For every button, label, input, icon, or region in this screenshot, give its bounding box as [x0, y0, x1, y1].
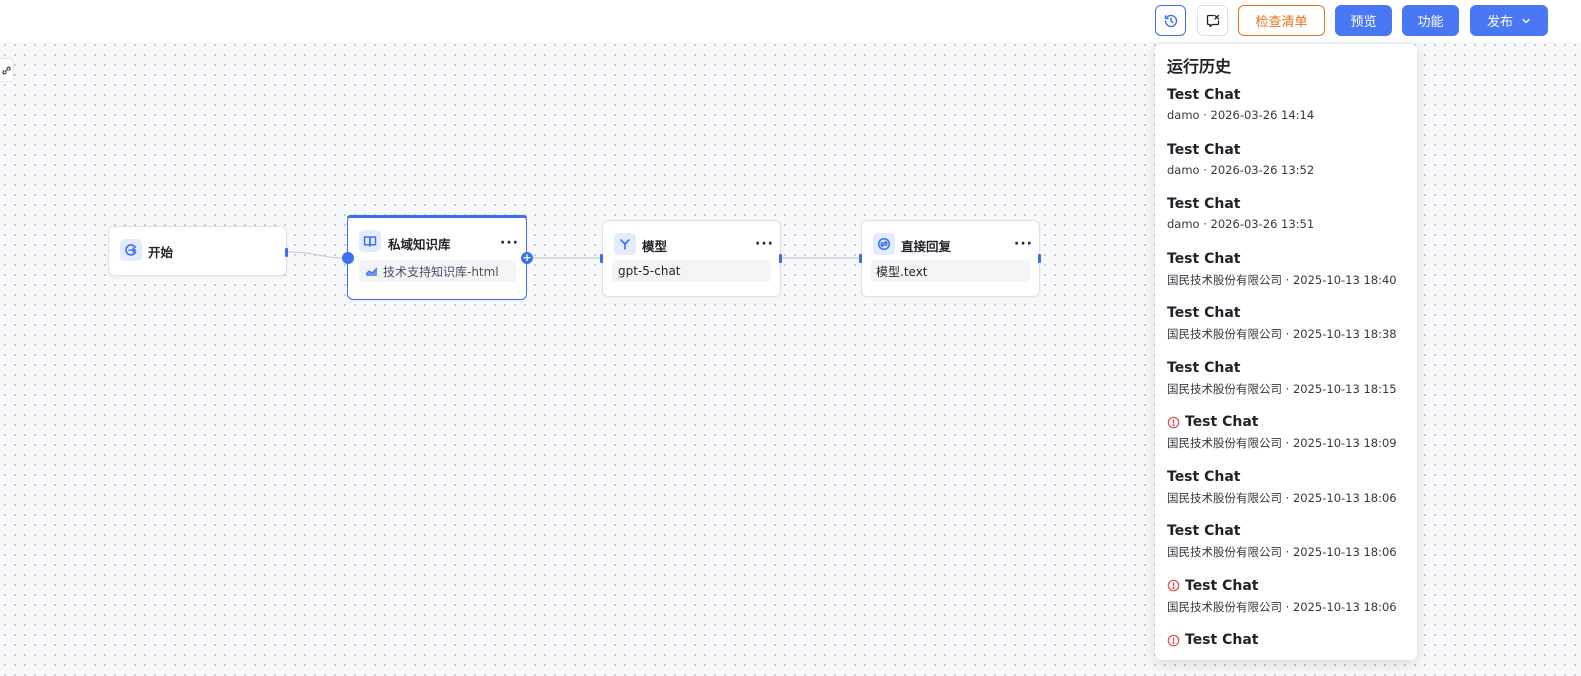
node-knowledge-base[interactable]: 私域知识库 ··· 技术支持知识库-html	[347, 215, 527, 300]
node-more-menu[interactable]: ···	[755, 237, 774, 251]
history-item-name: Test Chat	[1167, 251, 1240, 267]
history-item-title: Test Chat	[1185, 632, 1259, 648]
history-item[interactable]: Test Chat damo · 2026-03-26 13:51	[1167, 196, 1407, 246]
history-item-name: Test Chat	[1167, 414, 1258, 430]
start-icon	[120, 239, 142, 261]
node-more-menu[interactable]: ···	[500, 236, 519, 250]
history-item-name: Test Chat	[1167, 196, 1240, 212]
knowledge-base-field: 技术支持知识库-html	[359, 260, 516, 282]
knowledge-chart-icon	[365, 265, 379, 277]
knowledge-add-output-handle[interactable]: +	[521, 252, 533, 264]
history-item[interactable]: Test Chat 国民技术股份有限公司 · 2025-10-13 18:38	[1167, 305, 1407, 355]
node-more-menu[interactable]: ···	[1014, 237, 1033, 251]
node-direct-reply[interactable]: 直接回复 ··· 模型.text	[861, 220, 1040, 297]
history-item-meta: 国民技术股份有限公司 · 2025-10-13 18:09	[1167, 436, 1397, 450]
reply-icon	[873, 233, 895, 255]
history-item[interactable]: Test Chat 国民技术股份有限公司 · 2025-10-13 18:40	[1167, 251, 1407, 301]
history-item-title: Test Chat	[1167, 468, 1241, 485]
reply-content-field: 模型.text	[871, 260, 1030, 282]
reply-input-port[interactable]	[859, 254, 862, 263]
model-name-field: gpt-5-chat	[612, 260, 771, 282]
model-input-port[interactable]	[600, 254, 603, 263]
history-item-title: Test Chat	[1167, 87, 1241, 103]
error-circle-icon	[1167, 416, 1180, 429]
history-item-title: Test Chat	[1185, 577, 1259, 594]
book-icon	[359, 230, 381, 252]
history-item-title: Test Chat	[1167, 359, 1241, 376]
history-item-meta: 国民技术股份有限公司 · 2025-10-13 18:40	[1167, 272, 1397, 287]
history-item-title: Test Chat	[1185, 414, 1259, 430]
run-history-panel: 运行历史 Test Chat damo · 2026-03-26 14:14 Tes…	[1155, 44, 1417, 660]
model-output-port[interactable]	[779, 254, 782, 263]
history-item-title: Test Chat	[1167, 523, 1241, 539]
reply-output-port[interactable]	[1038, 254, 1041, 263]
start-output-port[interactable]	[285, 248, 288, 257]
knowledge-base-name: 技术支持知识库-html	[383, 264, 499, 279]
history-item-name: Test Chat	[1167, 469, 1240, 485]
node-model[interactable]: 模型 ··· gpt-5-chat	[602, 220, 781, 297]
node-title: 直接回复	[901, 239, 952, 254]
error-circle-icon	[1167, 634, 1180, 647]
history-item[interactable]: Test Chat 国民技术股份有限公司 · 2025-10-13 18:06	[1167, 523, 1407, 573]
history-item-name: Test Chat	[1167, 523, 1240, 539]
history-item[interactable]: Test Chat 国民技术股份有限公司 · 2025-10-13 18:15	[1167, 360, 1407, 410]
history-item-name: Test Chat	[1167, 87, 1240, 103]
history-item-meta: damo · 2026-03-26 14:14	[1167, 108, 1315, 122]
knowledge-input-handle[interactable]	[342, 252, 354, 264]
history-item-meta: 国民技术股份有限公司 · 2025-10-13 18:06	[1167, 599, 1397, 614]
history-item-meta: 国民技术股份有限公司 · 2025-10-13 18:38	[1167, 327, 1397, 341]
error-circle-icon	[1167, 579, 1180, 592]
history-item-name: Test Chat	[1167, 632, 1258, 648]
history-item-meta: 国民技术股份有限公司 · 2025-10-13 18:06	[1167, 490, 1397, 505]
history-item-name: Test Chat	[1167, 142, 1240, 158]
history-item-title: Test Chat	[1167, 141, 1241, 158]
edge-start-knowledge	[287, 251, 348, 259]
history-item-meta: 国民技术股份有限公司 · 2025-10-13 18:06	[1167, 545, 1397, 559]
history-item[interactable]: Test Chat damo · 2026-03-26 14:14	[1167, 87, 1407, 137]
history-item[interactable]: Test Chat	[1167, 632, 1407, 660]
history-item[interactable]: Test Chat 国民技术股份有限公司 · 2025-10-13 18:06	[1167, 469, 1407, 519]
history-item-title: Test Chat	[1167, 250, 1241, 267]
node-title: 模型	[642, 239, 668, 254]
node-title: 开始	[148, 245, 174, 260]
history-item-title: Test Chat	[1167, 196, 1241, 212]
history-item-title: Test Chat	[1167, 305, 1241, 321]
panel-title: 运行历史	[1167, 57, 1232, 76]
model-icon	[614, 233, 636, 255]
history-item[interactable]: Test Chat 国民技术股份有限公司 · 2025-10-13 18:06	[1167, 578, 1407, 628]
node-title: 私域知识库	[388, 237, 451, 252]
history-item-name: Test Chat	[1167, 305, 1240, 321]
history-item-name: Test Chat	[1167, 578, 1258, 594]
history-item-name: Test Chat	[1167, 360, 1240, 376]
history-item[interactable]: Test Chat 国民技术股份有限公司 · 2025-10-13 18:09	[1167, 414, 1407, 464]
history-item-meta: 国民技术股份有限公司 · 2025-10-13 18:15	[1167, 381, 1397, 396]
node-start[interactable]: 开始	[108, 226, 287, 276]
history-item-meta: damo · 2026-03-26 13:52	[1167, 162, 1315, 177]
history-item-meta: damo · 2026-03-26 13:51	[1167, 217, 1315, 231]
history-item[interactable]: Test Chat damo · 2026-03-26 13:52	[1167, 142, 1407, 192]
